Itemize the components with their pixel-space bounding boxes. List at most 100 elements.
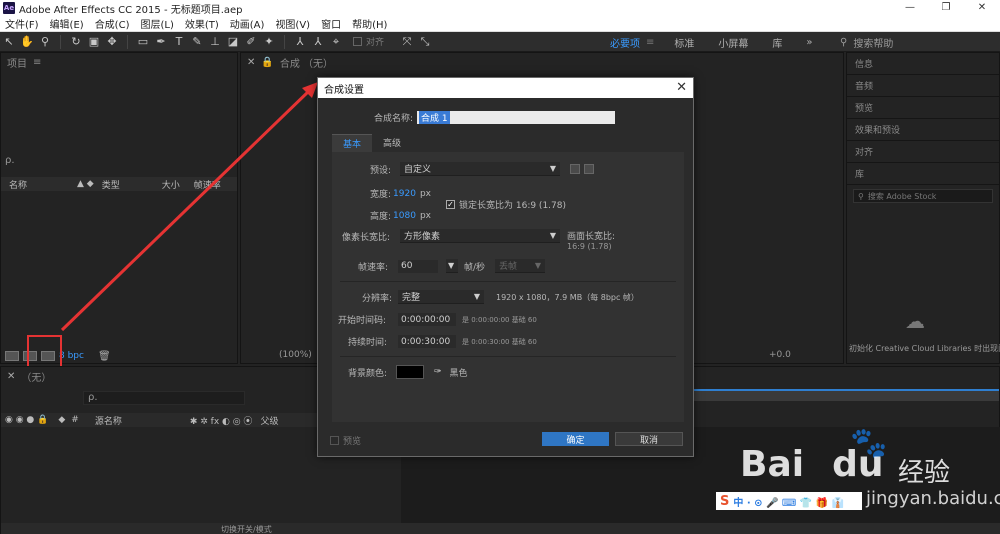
column-name[interactable]: 名称 — [1, 178, 27, 191]
composition-tab[interactable]: ✕ 🔒 合成 （无） — [241, 53, 843, 71]
clone-stamp-tool-icon[interactable]: ⊥ — [206, 34, 224, 50]
menu-window[interactable]: 窗口 — [316, 16, 347, 31]
libraries-tab[interactable]: 库 — [847, 163, 999, 185]
project-column-headers: 名称 ▲ ◆ 类型 大小 帧速率 — [1, 177, 237, 191]
switch-mode-toggle[interactable]: 切换开关/模式 — [221, 524, 272, 534]
interpret-footage-icon[interactable] — [5, 351, 19, 361]
selection-tool-icon[interactable]: ↖ — [0, 34, 18, 50]
timeline-search-input[interactable]: ρ. — [83, 391, 245, 405]
workspace-menu-icon[interactable]: ≡ — [646, 37, 654, 48]
help-search[interactable]: ⚲ 搜索帮助 — [840, 34, 893, 50]
menu-composition[interactable]: 合成(C) — [90, 16, 136, 31]
start-timecode-input[interactable]: 0:00:00:00 — [398, 313, 456, 326]
snap-icon[interactable]: ⤧ — [398, 34, 416, 50]
type-tool-icon[interactable]: T — [170, 34, 188, 50]
save-preset-icon[interactable] — [570, 164, 580, 174]
resolution-dropdown[interactable]: 完整 ▼ — [398, 290, 484, 304]
close-tab-icon[interactable]: ✕ — [247, 57, 255, 68]
workspace-more-icon[interactable]: » — [794, 37, 824, 48]
effects-presets-panel[interactable]: 效果和预设 — [847, 119, 999, 141]
cancel-button[interactable]: 取消 — [615, 432, 683, 446]
pen-tool-icon[interactable]: ✒ — [152, 34, 170, 50]
snap-options-icon[interactable]: ⤡ — [416, 34, 434, 50]
time-ruler[interactable] — [691, 389, 999, 401]
menu-effect[interactable]: 效果(T) — [180, 16, 225, 31]
column-source-name[interactable]: 源名称 — [79, 414, 122, 427]
color-depth[interactable]: 8 bpc — [59, 351, 84, 361]
lock-icon[interactable]: 🔒 — [261, 57, 273, 68]
workspace-standard[interactable]: 标准 — [662, 35, 706, 50]
lock-aspect-checkbox[interactable]: ✓ — [446, 200, 455, 209]
audio-panel[interactable]: 音频 — [847, 75, 999, 97]
close-window-button[interactable]: ✕ — [964, 0, 1000, 16]
dialog-close-icon[interactable]: ✕ — [676, 80, 687, 95]
duration-input[interactable]: 0:00:30:00 — [398, 335, 456, 348]
puppet-pin-tool-icon[interactable]: ✦ — [260, 34, 278, 50]
camera-tool-icon[interactable]: ▣ — [85, 34, 103, 50]
rotate-tool-icon[interactable]: ↻ — [67, 34, 85, 50]
info-panel[interactable]: 信息 — [847, 53, 999, 75]
axis-view-icon[interactable]: ⌖ — [327, 34, 345, 50]
lock-aspect-label: 锁定长宽比为 16:9 (1.78) — [459, 201, 566, 211]
project-tab[interactable]: 项目 ≡ — [1, 53, 237, 71]
comp-name-label: 合成名称: — [374, 114, 414, 124]
bg-color-swatch[interactable] — [396, 365, 424, 379]
trash-icon[interactable]: 🗑 — [98, 351, 111, 362]
axis-local-icon[interactable]: ⅄ — [291, 34, 309, 50]
workspace-essentials[interactable]: 必要项 — [598, 35, 652, 50]
preset-value: 自定义 — [404, 165, 432, 175]
menu-help[interactable]: 帮助(H) — [347, 16, 393, 31]
preview-checkbox[interactable] — [330, 436, 339, 445]
drop-frame-dropdown[interactable]: 丢帧 ▼ — [495, 259, 546, 273]
exposure-offset[interactable]: +0.0 — [769, 350, 791, 360]
delete-preset-icon[interactable] — [584, 164, 594, 174]
pan-behind-tool-icon[interactable]: ✥ — [103, 34, 121, 50]
menu-layer[interactable]: 图层(L) — [135, 16, 179, 31]
panel-menu-icon[interactable]: ≡ — [33, 57, 41, 68]
align-checkbox[interactable] — [353, 37, 362, 46]
roto-brush-tool-icon[interactable]: ✐ — [242, 34, 260, 50]
align-toggle[interactable]: 对齐 — [353, 35, 384, 48]
preview-panel[interactable]: 预览 — [847, 97, 999, 119]
workspace-libraries[interactable]: 库 — [760, 35, 794, 50]
menu-file[interactable]: 文件(F) — [0, 16, 45, 31]
project-tab-label: 项目 — [7, 58, 27, 70]
tab-advanced[interactable]: 高级 — [372, 134, 412, 152]
tab-basic[interactable]: 基本 — [332, 134, 373, 152]
pixel-aspect-dropdown[interactable]: 方形像素 ▼ — [400, 229, 560, 243]
ok-button[interactable]: 确定 — [542, 432, 609, 446]
rectangle-tool-icon[interactable]: ▭ — [134, 34, 152, 50]
frame-rate-dropdown[interactable]: ▼ — [446, 259, 458, 273]
preset-dropdown[interactable]: 自定义 ▼ — [400, 162, 560, 176]
column-size[interactable]: 大小 — [120, 178, 180, 191]
eyedropper-icon[interactable]: ✑ — [434, 367, 442, 377]
brush-tool-icon[interactable]: ✎ — [188, 34, 206, 50]
workspace-small-screen[interactable]: 小屏幕 — [706, 35, 760, 50]
comp-name-input[interactable]: 合成 1 — [417, 111, 616, 124]
menu-edit[interactable]: 编辑(E) — [45, 16, 90, 31]
close-tab-icon[interactable]: ✕ — [7, 371, 15, 382]
baidu-jingyan-watermark: 🐾 Bai du 经验 S 中 · ⊙ 🎤 ⌨ 👕 🎁 👔 jingyan.bai… — [716, 426, 1000, 518]
column-type[interactable]: 类型 — [94, 178, 120, 191]
zoom-level[interactable]: (100%) — [279, 350, 312, 360]
adobe-stock-search[interactable]: ⚲ 搜索 Adobe Stock — [853, 189, 993, 203]
maximize-button[interactable]: ❐ — [928, 0, 964, 16]
bg-color-row: 背景颜色: ✑ 黑色 — [348, 365, 468, 379]
column-fps[interactable]: 帧速率 — [180, 178, 221, 191]
eraser-tool-icon[interactable]: ◪ — [224, 34, 242, 50]
minimize-button[interactable]: — — [892, 0, 928, 16]
preview-toggle[interactable]: 预览 — [330, 434, 361, 447]
width-value[interactable]: 1920 — [393, 189, 416, 199]
axis-world-icon[interactable]: ⅄ — [309, 34, 327, 50]
timeline-column-headers: ◉ ◉ ● 🔒 ◆ # 源名称 ✱ ✲ fx ◐ ◎ ⦿ 父级 — [1, 413, 321, 427]
hand-tool-icon[interactable]: ✋ — [18, 34, 36, 50]
column-parent[interactable]: 父级 — [252, 414, 278, 427]
frame-rate-input[interactable]: 60 — [398, 259, 438, 273]
width-label: 宽度: — [370, 190, 392, 200]
project-search-input[interactable]: ρ. — [5, 155, 233, 169]
menu-animation[interactable]: 动画(A) — [225, 16, 271, 31]
height-value[interactable]: 1080 — [393, 211, 416, 221]
zoom-tool-icon[interactable]: ⚲ — [36, 34, 54, 50]
align-panel[interactable]: 对齐 — [847, 141, 999, 163]
menu-view[interactable]: 视图(V) — [270, 16, 316, 31]
